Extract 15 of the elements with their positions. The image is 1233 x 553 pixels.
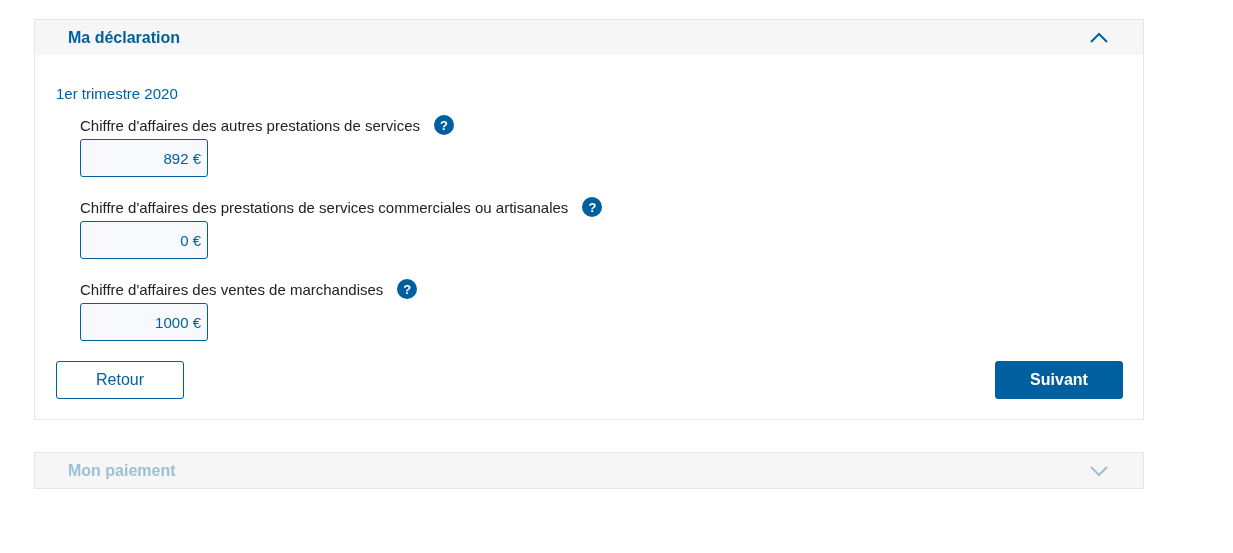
help-button[interactable]: ? — [582, 197, 603, 217]
next-button[interactable]: Suivant — [995, 361, 1123, 399]
help-button[interactable]: ? — [397, 279, 418, 299]
amount-field[interactable]: 892 € — [80, 139, 208, 177]
back-button[interactable]: Retour — [56, 361, 184, 399]
field-label: Chiffre d'affaires des autres prestations de services — [80, 116, 420, 134]
amount-field[interactable]: 1000 € — [80, 303, 208, 341]
field-label: Chiffre d'affaires des ventes de marchandises — [80, 280, 384, 298]
accordion-header[interactable]: Ma déclaration — [35, 20, 1143, 55]
expand-chevron-icon — [1089, 464, 1109, 477]
field-label: Chiffre d'affaires des prestations de services commerciales ou artisanales — [80, 198, 569, 216]
amount-field[interactable]: 0 € — [80, 221, 208, 259]
collapse-chevron-icon — [1089, 31, 1109, 44]
help-button[interactable]: ? — [434, 115, 454, 135]
period-heading: 1er trimestre 2020 — [56, 85, 179, 102]
